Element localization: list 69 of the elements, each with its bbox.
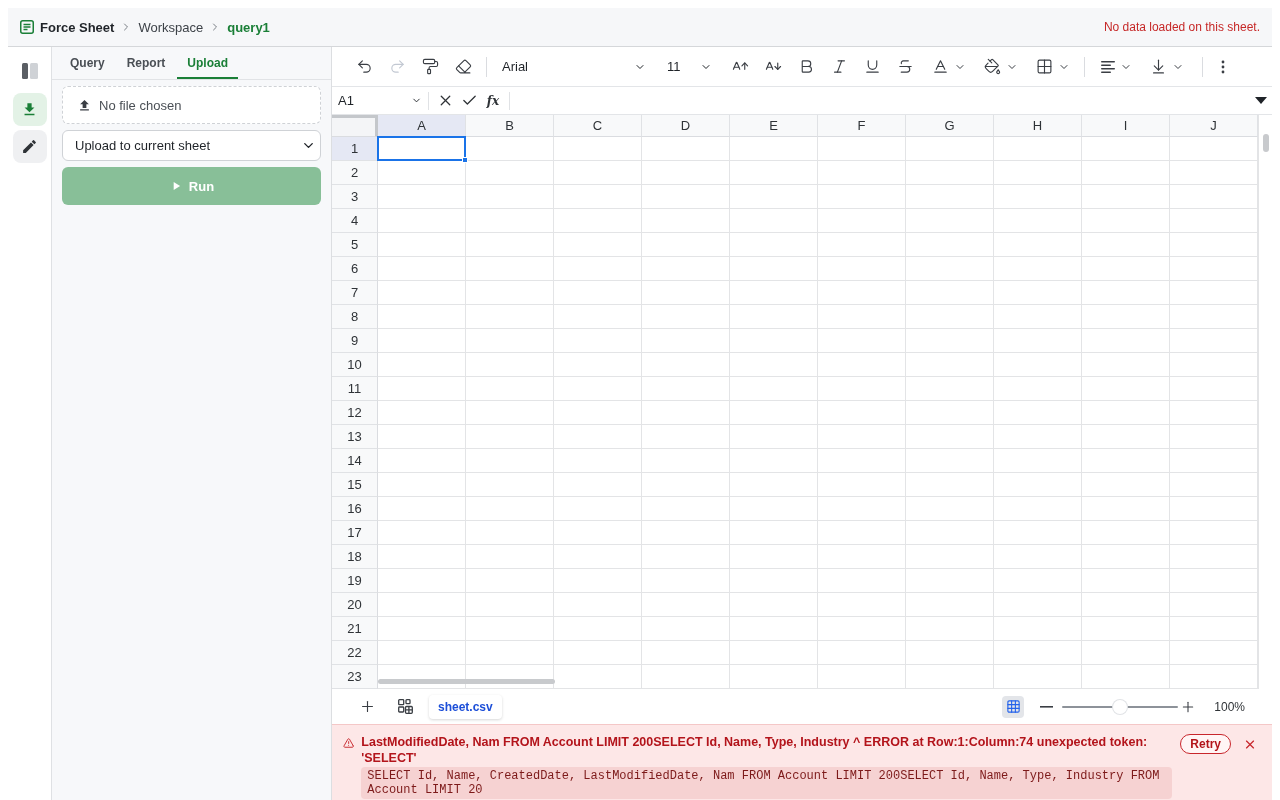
column-header[interactable]: F: [818, 115, 906, 137]
row-header[interactable]: 6: [332, 257, 378, 281]
error-message: LastModifiedDate, Nam FROM Account LIMIT 200SELECT Id, Name, Type, Industry ^ ERROR at Row:1:Column:74 unexpected token: 'SELECT': [361, 734, 1149, 766]
column-header[interactable]: H: [994, 115, 1082, 137]
row-header[interactable]: 16: [332, 497, 378, 521]
panel-tab[interactable]: Query: [60, 47, 115, 79]
fill-handle[interactable]: [462, 157, 468, 163]
app-title: Force Sheet: [40, 19, 115, 35]
minus-icon: [1039, 705, 1053, 708]
zoom-slider[interactable]: [1062, 699, 1179, 714]
retry-button[interactable]: Retry: [1180, 734, 1231, 754]
font-select[interactable]: Arial: [495, 52, 652, 81]
file-input[interactable]: No file chosen: [62, 86, 321, 124]
sidebar-toggle-icon: [21, 63, 38, 79]
column-header[interactable]: A: [378, 115, 466, 137]
row-header[interactable]: 1: [332, 137, 378, 161]
row-header[interactable]: 17: [332, 521, 378, 545]
row-header[interactable]: 9: [332, 329, 378, 353]
row-header[interactable]: 12: [332, 401, 378, 425]
row-header[interactable]: 15: [332, 473, 378, 497]
row-header[interactable]: 2: [332, 161, 378, 185]
gridlines-toggle[interactable]: [1002, 695, 1025, 718]
destination-select[interactable]: Upload to current sheet: [62, 130, 321, 161]
insert-function-button[interactable]: fx: [481, 89, 505, 112]
name-box[interactable]: A1: [332, 89, 428, 112]
row-header[interactable]: 3: [332, 185, 378, 209]
row-header[interactable]: 5: [332, 233, 378, 257]
rail-tab[interactable]: [12, 130, 47, 163]
font-size-select[interactable]: 11: [660, 52, 718, 81]
upload-icon: [77, 97, 92, 113]
status-message: No data loaded on this sheet.: [1103, 20, 1260, 34]
selected-cell[interactable]: [377, 136, 466, 161]
scrollbar-thumb[interactable]: [1263, 134, 1269, 152]
slider-thumb[interactable]: [1113, 699, 1128, 714]
row-header[interactable]: 7: [332, 281, 378, 305]
column-header[interactable]: C: [554, 115, 642, 137]
warning-icon: [343, 736, 355, 750]
query-code: SELECT Id, Name, CreatedDate, LastModifiedDate, Nam FROM Account LIMIT 200SELECT Id, Name, Type, Industry FROM Account LIMIT 20: [361, 767, 1173, 799]
row-header[interactable]: 8: [332, 305, 378, 329]
panel-tab[interactable]: Upload: [177, 47, 239, 79]
column-header[interactable]: B: [466, 115, 554, 137]
column-header[interactable]: D: [642, 115, 730, 137]
row-header[interactable]: 4: [332, 209, 378, 233]
row-header[interactable]: 10: [332, 353, 378, 377]
column-header[interactable]: J: [1170, 115, 1258, 137]
row-header[interactable]: 23: [332, 665, 378, 689]
row-header[interactable]: 22: [332, 641, 378, 665]
pencil-icon: [21, 138, 38, 155]
sheet-tab[interactable]: sheet.csv: [429, 694, 502, 719]
row-header[interactable]: 14: [332, 449, 378, 473]
scrollbar-thumb[interactable]: [378, 679, 555, 684]
cell-grid[interactable]: [378, 137, 1258, 689]
document-icon: [20, 20, 34, 34]
breadcrumb-current: query1: [227, 19, 270, 35]
column-header[interactable]: G: [906, 115, 994, 137]
row-header[interactable]: 21: [332, 617, 378, 641]
row-header[interactable]: 20: [332, 593, 378, 617]
panel-tab[interactable]: Report: [116, 47, 176, 79]
column-header[interactable]: I: [1082, 115, 1170, 137]
column-header[interactable]: E: [730, 115, 818, 137]
sheets-icon: [397, 699, 413, 714]
triangle-down-icon: [1255, 97, 1267, 104]
breadcrumb-link[interactable]: Workspace: [138, 19, 204, 35]
row-header[interactable]: 11: [332, 377, 378, 401]
grid-icon: [1005, 699, 1021, 714]
row-header[interactable]: 19: [332, 569, 378, 593]
row-header[interactable]: 13: [332, 425, 378, 449]
row-header[interactable]: 18: [332, 545, 378, 569]
zoom-level: 100%: [1214, 699, 1245, 714]
